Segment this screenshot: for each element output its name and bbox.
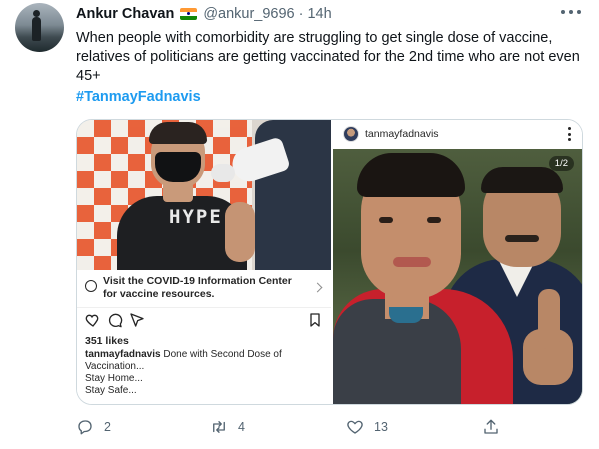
bookmark-icon <box>310 313 320 327</box>
man-left-hair <box>357 153 465 197</box>
image-counter: 1/2 <box>548 156 574 171</box>
bare-arm <box>225 202 255 262</box>
india-flag-icon <box>180 8 198 20</box>
inked-finger <box>538 289 560 349</box>
man-left-eye-right <box>427 217 441 223</box>
instagram-actions <box>85 312 323 332</box>
instagram-avatar <box>343 126 359 142</box>
retweet-button[interactable]: 4 <box>210 416 245 438</box>
man-right-hair <box>481 167 563 193</box>
like-button[interactable]: 13 <box>346 416 388 438</box>
hashtag-link[interactable]: #TanmayFadnavis <box>76 89 201 105</box>
media-image-right[interactable]: tanmayfadnavis 1/2 <box>333 120 582 404</box>
heart-icon <box>85 314 99 327</box>
share-button[interactable] <box>482 416 500 438</box>
selfie-photo <box>333 149 582 404</box>
info-icon <box>85 280 97 292</box>
more-vertical-icon <box>568 127 572 141</box>
comment-icon <box>108 313 123 328</box>
tweet-media[interactable]: HYPE Visit the COVID-19 Information Cent… <box>76 119 583 405</box>
send-icon <box>130 313 144 327</box>
man-left-lips <box>393 257 431 267</box>
shirt-print: HYPE <box>169 206 223 228</box>
likes-count: 351 likes <box>85 335 129 347</box>
reply-count: 2 <box>104 420 111 434</box>
caption-line-3: Stay Safe... <box>85 385 137 396</box>
vaccination-photo: HYPE <box>77 120 331 270</box>
face-mask <box>155 152 201 182</box>
man-left-eye-left <box>379 217 393 223</box>
retweet-icon <box>213 421 225 433</box>
instagram-username: tanmayfadnavis <box>365 128 439 140</box>
like-count: 13 <box>374 420 388 434</box>
glove <box>211 164 235 182</box>
more-options-icon[interactable] <box>561 3 581 21</box>
caption-line-2: Stay Home... <box>85 373 143 384</box>
caption-username: tanmayfadnavis <box>85 349 161 360</box>
instagram-caption: tanmayfadnavis Done with Second Dose of … <box>85 349 321 397</box>
separator-dot: · <box>298 6 304 22</box>
author-handle[interactable]: @ankur_9696 <box>203 6 294 22</box>
author-avatar[interactable] <box>15 3 64 52</box>
covid-info-banner: Visit the COVID-19 Information Center fo… <box>77 270 331 308</box>
instagram-post-header: tanmayfadnavis <box>333 120 582 149</box>
share-icon <box>484 419 498 434</box>
tweet-actions: 2 4 13 <box>76 416 516 438</box>
author-name[interactable]: Ankur Chavan <box>76 6 174 22</box>
reply-icon <box>78 420 92 435</box>
media-image-left[interactable]: HYPE Visit the COVID-19 Information Cent… <box>77 120 331 404</box>
man-left-tshirt <box>389 307 423 323</box>
heart-outline-icon <box>347 420 363 434</box>
retweet-count: 4 <box>238 420 245 434</box>
tweet-text: When people with comorbidity are struggl… <box>76 30 580 84</box>
hair <box>149 122 207 144</box>
chevron-right-icon <box>312 282 323 293</box>
tweet-timestamp[interactable]: 14h <box>307 6 331 22</box>
man-right-mustache <box>505 235 539 242</box>
reply-button[interactable]: 2 <box>76 416 111 438</box>
avatar-figure <box>32 10 41 41</box>
covid-info-text: Visit the COVID-19 Information Center fo… <box>103 275 292 300</box>
tweet-header: Ankur Chavan @ankur_9696 · 14h <box>76 4 332 24</box>
